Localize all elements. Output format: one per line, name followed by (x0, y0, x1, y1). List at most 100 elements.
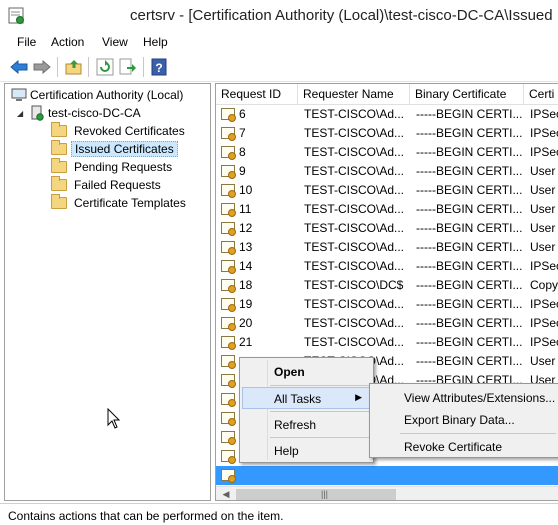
cell-binary-certificate: -----BEGIN CERTI... (416, 354, 522, 368)
table-row[interactable]: 21 TEST-CISCO\Ad... -----BEGIN CERTI... IPS… (216, 333, 558, 352)
tree-item-issued[interactable]: Issued Certificates (51, 140, 178, 158)
computer-icon (11, 88, 27, 101)
cell-requester-name: TEST-CISCO\Ad... (304, 107, 405, 121)
cell-request-id: 20 (239, 316, 253, 330)
cell-binary-certificate: -----BEGIN CERTI... (416, 259, 522, 273)
tree-item-failed[interactable]: Failed Requests (51, 176, 164, 194)
cell-request-id: 10 (239, 183, 253, 197)
cell-request-id: 7 (239, 126, 246, 140)
cell-request-id: 18 (239, 278, 253, 292)
back-icon[interactable] (9, 57, 29, 77)
cell-requester-name: TEST-CISCO\Ad... (304, 240, 405, 254)
tree-item-revoked[interactable]: Revoked Certificates (51, 122, 188, 140)
cell-requester-name: TEST-CISCO\Ad... (304, 202, 405, 216)
menu-file[interactable]: File (17, 35, 36, 49)
certificate-icon (221, 184, 236, 198)
scroll-thumb[interactable]: ||| (236, 489, 396, 500)
cell-certificate-template: User ( (530, 202, 558, 216)
cell-binary-certificate: -----BEGIN CERTI... (416, 297, 522, 311)
table-row[interactable]: 18 TEST-CISCO\DC$ -----BEGIN CERTI... Copy (216, 276, 558, 295)
tree-root-label: Certification Authority (Local) (30, 88, 184, 102)
cell-request-id: 14 (239, 259, 253, 273)
menu-view[interactable]: View (102, 35, 128, 49)
cell-binary-certificate: -----BEGIN CERTI... (416, 126, 522, 140)
cell-certificate-template: User ( (530, 221, 558, 235)
column-certificate-template[interactable]: Certi (524, 84, 558, 105)
submenu-export-binary[interactable]: Export Binary Data... (372, 408, 558, 430)
column-request-id[interactable]: Request ID (216, 84, 298, 105)
table-row[interactable]: 10 TEST-CISCO\Ad... -----BEGIN CERTI... Use… (216, 181, 558, 200)
cell-certificate-template: User ( (530, 354, 558, 368)
cell-certificate-template: IPSec (530, 145, 558, 159)
certificate-icon (221, 108, 236, 122)
tree-item-label: Failed Requests (74, 178, 161, 192)
context-menu-open[interactable]: Open (242, 360, 371, 382)
certificate-icon (221, 260, 236, 274)
export-icon[interactable] (118, 57, 138, 77)
cell-certificate-template: User ( (530, 164, 558, 178)
cell-requester-name: TEST-CISCO\Ad... (304, 164, 405, 178)
title-bar: certsrv - [Certification Authority (Loca… (0, 0, 558, 32)
all-tasks-submenu: View Attributes/Extensions... Export Bin… (369, 383, 558, 458)
certificate-icon (221, 469, 236, 483)
cell-request-id: 6 (239, 107, 246, 121)
table-row[interactable]: 19 TEST-CISCO\Ad... -----BEGIN CERTI... IPS… (216, 295, 558, 314)
tree-item-label: Certificate Templates (74, 196, 186, 210)
collapse-arrow-icon[interactable]: ◢ (17, 109, 29, 118)
table-row[interactable]: 6 TEST-CISCO\Ad... -----BEGIN CERTI... IPSe… (216, 105, 558, 124)
certificate-icon (221, 222, 236, 236)
certificate-icon (221, 127, 236, 141)
table-row[interactable]: 13 TEST-CISCO\Ad... -----BEGIN CERTI... Use… (216, 238, 558, 257)
menu-help[interactable]: Help (143, 35, 168, 49)
submenu-view-attributes[interactable]: View Attributes/Extensions... (372, 386, 558, 408)
cell-request-id: 13 (239, 240, 253, 254)
cell-requester-name: TEST-CISCO\Ad... (304, 316, 405, 330)
cell-requester-name: TEST-CISCO\Ad... (304, 221, 405, 235)
cell-certificate-template: IPSec (530, 107, 558, 121)
cell-certificate-template: IPSec (530, 335, 558, 349)
tree-item-label: Issued Certificates (71, 141, 178, 157)
cell-certificate-template: IPSec (530, 259, 558, 273)
cell-requester-name: TEST-CISCO\Ad... (304, 259, 405, 273)
tree-item-templates[interactable]: Certificate Templates (51, 194, 189, 212)
certificate-icon (221, 412, 236, 426)
cell-certificate-template: User ( (530, 183, 558, 197)
tree-item-pending[interactable]: Pending Requests (51, 158, 175, 176)
refresh-icon[interactable] (95, 57, 115, 77)
cell-requester-name: TEST-CISCO\Ad... (304, 183, 405, 197)
context-menu-all-tasks[interactable]: All Tasks ▶ (242, 387, 371, 409)
tree-ca-label: test-cisco-DC-CA (48, 106, 141, 120)
tree-node-ca[interactable]: ◢ test-cisco-DC-CA (17, 104, 144, 122)
menu-action[interactable]: Action (51, 35, 84, 49)
folder-icon (51, 140, 67, 155)
table-row[interactable]: 7 TEST-CISCO\Ad... -----BEGIN CERTI... IPSe… (216, 124, 558, 143)
cell-request-id: 9 (239, 164, 246, 178)
scroll-left-icon[interactable]: ◀ (218, 489, 234, 500)
forward-icon[interactable] (32, 57, 52, 77)
context-menu-refresh[interactable]: Refresh (242, 413, 371, 435)
certificate-icon (221, 355, 236, 369)
cell-requester-name: TEST-CISCO\Ad... (304, 145, 405, 159)
up-folder-icon[interactable] (64, 57, 84, 77)
table-row[interactable]: 14 TEST-CISCO\Ad... -----BEGIN CERTI... IPS… (216, 257, 558, 276)
help-icon[interactable]: ? (149, 57, 169, 77)
certificate-icon (221, 317, 236, 331)
table-row[interactable]: 9 TEST-CISCO\Ad... -----BEGIN CERTI... User… (216, 162, 558, 181)
cell-requester-name: TEST-CISCO\DC$ (304, 278, 404, 292)
horizontal-scrollbar[interactable]: ◀ ||| (216, 486, 558, 500)
column-requester-name[interactable]: Requester Name (298, 84, 410, 105)
table-row[interactable]: 12 TEST-CISCO\Ad... -----BEGIN CERTI... Use… (216, 219, 558, 238)
toolbar: ? (0, 52, 558, 82)
table-row[interactable]: 8 TEST-CISCO\Ad... -----BEGIN CERTI... IPSe… (216, 143, 558, 162)
svg-text:?: ? (155, 61, 162, 75)
column-binary-certificate[interactable]: Binary Certificate (410, 84, 524, 105)
certsrv-app-icon (8, 7, 24, 24)
certificate-icon (221, 241, 236, 255)
cell-binary-certificate: -----BEGIN CERTI... (416, 183, 522, 197)
tree-root-certification-authority[interactable]: Certification Authority (Local) (11, 86, 186, 104)
submenu-revoke-certificate[interactable]: Revoke Certificate (372, 435, 558, 457)
table-row[interactable]: 11 TEST-CISCO\Ad... -----BEGIN CERTI... Use… (216, 200, 558, 219)
context-menu-help[interactable]: Help (242, 439, 371, 461)
table-row[interactable]: 20 TEST-CISCO\Ad... -----BEGIN CERTI... IPS… (216, 314, 558, 333)
table-row[interactable] (216, 466, 558, 485)
